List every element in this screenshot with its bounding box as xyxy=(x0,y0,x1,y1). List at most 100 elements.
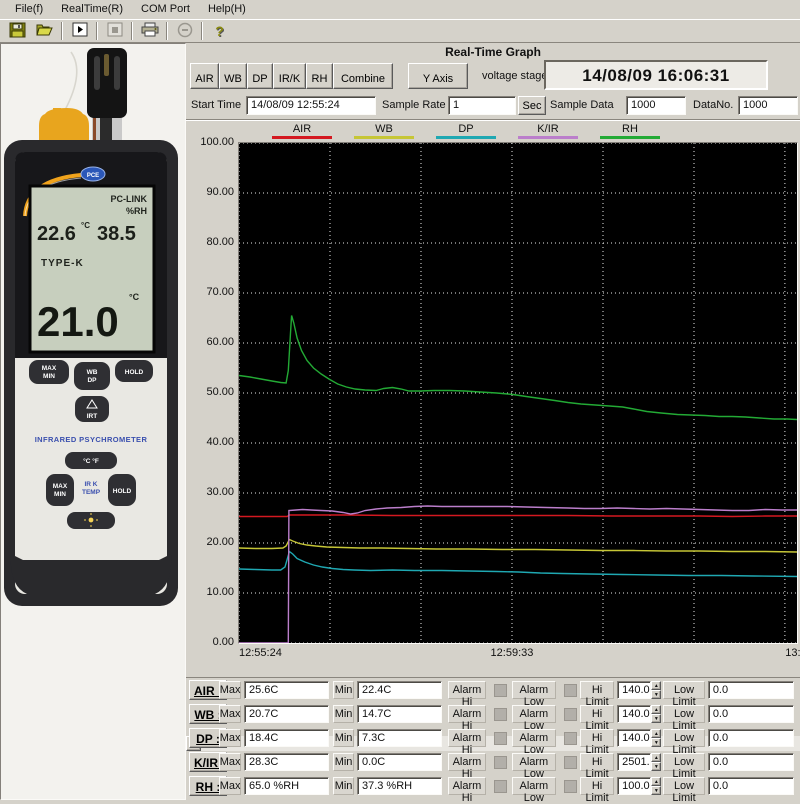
legend-item-kir: K/IR xyxy=(518,123,578,139)
channel-button-combine[interactable]: Combine xyxy=(333,63,393,89)
table-row: RH : Max 65.0 %RH Min 37.3 %RH Alarm Hi … xyxy=(186,774,800,798)
y-tick-label: 50.00 xyxy=(190,386,234,398)
plot-area xyxy=(238,142,798,644)
data-no-value[interactable]: 1000 xyxy=(738,96,798,115)
save-button[interactable] xyxy=(4,21,31,42)
low-limit-input[interactable]: 0.0 xyxy=(708,705,794,723)
spinner-down-icon[interactable]: ▼ xyxy=(651,786,661,795)
wb-dp-button[interactable] xyxy=(74,362,110,390)
max-min-button-2[interactable] xyxy=(46,474,74,506)
menu-help[interactable]: Help(H) xyxy=(199,1,255,18)
min-label: Min xyxy=(333,681,354,699)
hi-limit-label: Hi Limit xyxy=(580,777,614,795)
low-limit-input[interactable]: 0.0 xyxy=(708,777,794,795)
menu-realtime[interactable]: RealTime(R) xyxy=(52,1,132,18)
menu-file[interactable]: File(f) xyxy=(6,1,52,18)
alarm-hi-indicator xyxy=(494,684,507,697)
low-limit-input[interactable]: 0.0 xyxy=(708,753,794,771)
low-limit-input[interactable]: 0.0 xyxy=(708,681,794,699)
hi-limit-input[interactable]: 140.0 xyxy=(617,729,651,747)
series-kir xyxy=(239,506,797,643)
page-title: Real-Time Graph xyxy=(186,45,800,59)
alarm-low-indicator xyxy=(564,684,577,697)
table-row: K/IR: Max 28.3C Min 0.0C Alarm Hi Alarm … xyxy=(186,750,800,774)
hi-limit-label: Hi Limit xyxy=(580,681,614,699)
help-button[interactable]: ? xyxy=(206,21,233,42)
min-value: 0.0C xyxy=(357,753,442,771)
alarm-low-label: Alarm Low xyxy=(512,681,557,699)
sample-data-label: Sample Data xyxy=(550,99,614,111)
max-label: Max xyxy=(219,777,241,795)
min-label: Min xyxy=(333,753,354,771)
hi-limit-input[interactable]: 100.0 xyxy=(617,777,651,795)
clock-display: 14/08/09 16:06:31 xyxy=(544,60,768,90)
graph-area: AIRWBDPK/IRRH 0.0010.0020.0030.0040.0050… xyxy=(186,119,800,657)
start-button[interactable] xyxy=(66,21,93,42)
print-button[interactable] xyxy=(136,21,163,42)
spinner-down-icon[interactable]: ▼ xyxy=(651,714,661,723)
hi-limit-spinner[interactable]: ▲ ▼ xyxy=(651,753,661,771)
stop-button[interactable] xyxy=(101,21,128,42)
alarm-hi-label: Alarm Hi xyxy=(448,777,487,795)
realtime-graph-panel: Real-Time Graph AIR WB DP IR/K RH Combin… xyxy=(186,43,800,800)
low-limit-label: Low Limit xyxy=(663,681,705,699)
channel-button-air[interactable]: AIR xyxy=(190,63,219,89)
lcd-main-temp: 21.0 xyxy=(37,298,119,345)
toolbar-separator xyxy=(61,22,63,40)
y-axis-button[interactable]: Y Axis xyxy=(408,63,468,89)
svg-text:IRT: IRT xyxy=(87,413,98,420)
max-value: 20.7C xyxy=(244,705,329,723)
sec-button[interactable]: Sec xyxy=(518,96,546,115)
hi-limit-input[interactable]: 140.0 xyxy=(617,681,651,699)
spinner-up-icon[interactable]: ▲ xyxy=(651,753,661,762)
lcd-rh-unit: %RH xyxy=(126,206,147,216)
channel-stats-table: AIR : Max 25.6C Min 22.4C Alarm Hi Alarm… xyxy=(186,677,800,801)
spinner-up-icon[interactable]: ▲ xyxy=(651,729,661,738)
save-icon xyxy=(9,22,26,41)
spinner-up-icon[interactable]: ▲ xyxy=(651,777,661,786)
spinner-up-icon[interactable]: ▲ xyxy=(651,681,661,690)
spinner-down-icon[interactable]: ▼ xyxy=(651,738,661,747)
open-button[interactable] xyxy=(31,21,58,42)
hi-limit-input[interactable]: 2501.0 xyxy=(617,753,651,771)
channel-button-rh[interactable]: RH xyxy=(306,63,333,89)
low-limit-input[interactable]: 0.0 xyxy=(708,729,794,747)
menu-bar: File(f) RealTime(R) COM Port Help(H) xyxy=(0,0,800,19)
series-rh xyxy=(239,316,797,420)
spinner-up-icon[interactable]: ▲ xyxy=(651,705,661,714)
y-tick-label: 100.00 xyxy=(190,136,234,148)
open-folder-icon xyxy=(36,22,54,40)
hi-limit-spinner[interactable]: ▲ ▼ xyxy=(651,777,661,795)
table-row: WB : Max 20.7C Min 14.7C Alarm Hi Alarm … xyxy=(186,702,800,726)
data-no-label: DataNo. xyxy=(693,99,733,111)
toolbar: ? xyxy=(0,19,800,43)
low-limit-label: Low Limit xyxy=(663,753,705,771)
spinner-down-icon[interactable]: ▼ xyxy=(651,690,661,699)
product-label: INFRARED PSYCHROMETER xyxy=(35,435,148,444)
lcd-type-label: TYPE-K xyxy=(41,258,84,269)
alarm-low-indicator xyxy=(564,780,577,793)
hi-limit-spinner[interactable]: ▲ ▼ xyxy=(651,705,661,723)
channel-button-dp[interactable]: DP xyxy=(247,63,273,89)
start-time-value[interactable]: 14/08/09 12:55:24 xyxy=(246,96,376,115)
svg-text:°C °F: °C °F xyxy=(83,457,99,465)
lcd-pc-link: PC-LINK xyxy=(111,194,148,204)
channel-button-wb[interactable]: WB xyxy=(219,63,247,89)
hi-limit-spinner[interactable]: ▲ ▼ xyxy=(651,681,661,699)
low-limit-label: Low Limit xyxy=(663,705,705,723)
min-label: Min xyxy=(333,777,354,795)
sample-data-value[interactable]: 1000 xyxy=(626,96,686,115)
low-limit-label: Low Limit xyxy=(663,777,705,795)
menu-com-port[interactable]: COM Port xyxy=(132,1,199,18)
x-tick-label: 12:59:33 xyxy=(491,647,534,659)
svg-text:MAXMIN: MAXMIN xyxy=(53,483,68,498)
sample-rate-input[interactable]: 1 xyxy=(448,96,516,115)
legend-color-bar xyxy=(272,136,332,139)
spinner-down-icon[interactable]: ▼ xyxy=(651,762,661,771)
disconnect-button[interactable] xyxy=(171,21,198,42)
hi-limit-spinner[interactable]: ▲ ▼ xyxy=(651,729,661,747)
max-min-button[interactable] xyxy=(29,360,69,384)
min-label: Min xyxy=(333,705,354,723)
hi-limit-input[interactable]: 140.0 xyxy=(617,705,651,723)
channel-button-irk[interactable]: IR/K xyxy=(273,63,306,89)
